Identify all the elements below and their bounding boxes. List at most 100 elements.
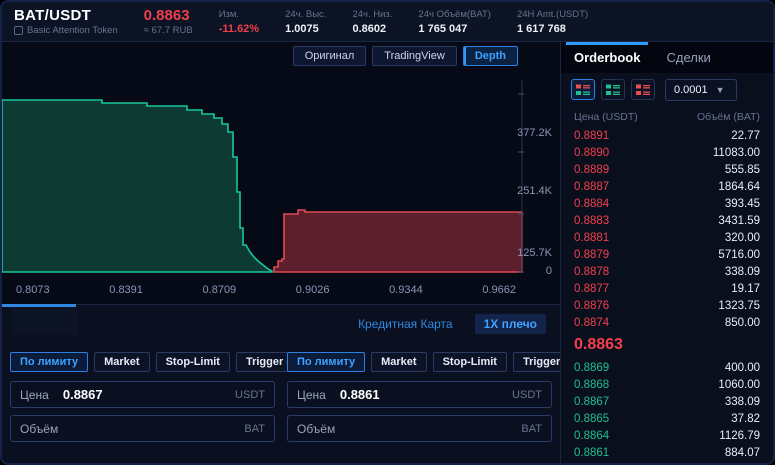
- tab-market-order[interactable]: Market: [94, 352, 149, 372]
- stat-label: 24H Amt.(USDT): [517, 9, 588, 20]
- depth-chart[interactable]: [2, 62, 524, 274]
- sell-amount-field[interactable]: Объём BAT: [287, 415, 552, 442]
- ask-row[interactable]: 0.889122.77: [561, 127, 773, 144]
- y-tick-label: 0: [546, 265, 552, 277]
- trade-subbar: Кредитная Карта 1X плечо: [2, 304, 560, 342]
- bids-area: [2, 100, 272, 272]
- asks-only-icon: [636, 84, 650, 96]
- tab-stop-limit-order[interactable]: Stop-Limit: [433, 352, 507, 372]
- asks-area: [274, 210, 522, 272]
- ask-row[interactable]: 0.8878338.09: [561, 263, 773, 280]
- tab-orderbook[interactable]: Orderbook: [574, 50, 640, 65]
- ask-price: 0.8884: [574, 198, 609, 210]
- ask-amount: 1323.75: [718, 300, 760, 312]
- view-bids-only-button[interactable]: [601, 79, 625, 100]
- buy-amount-field[interactable]: Объём BAT: [10, 415, 275, 442]
- ask-amount: 11083.00: [713, 147, 760, 159]
- bid-row[interactable]: 0.8868 1060.00: [561, 376, 773, 393]
- stat-volume-base: 24ч Объём(BAT) 1 765 047: [418, 9, 491, 35]
- market-header: BAT/USDT Basic Attention Token 0.8863 ≈ …: [2, 2, 773, 42]
- bid-row[interactable]: 0.8869400.00: [561, 359, 773, 376]
- price-unit: USDT: [512, 389, 542, 401]
- ask-row[interactable]: 0.88761323.75: [561, 297, 773, 314]
- stat-high: 24ч. Выс. 1.0075: [285, 9, 326, 35]
- price-label: Цена: [297, 388, 326, 402]
- bid-amount: 1126.79: [719, 430, 760, 442]
- bid-row[interactable]: 0.8867 338.09: [561, 393, 773, 410]
- credit-card-link[interactable]: Кредитная Карта: [358, 317, 453, 331]
- stat-value: 1.0075: [285, 23, 326, 35]
- ask-row[interactable]: 0.8881320.00: [561, 229, 773, 246]
- ask-amount: 320.00: [725, 232, 760, 244]
- ask-amount: 3431.59: [718, 215, 760, 227]
- price-label: Цена: [20, 388, 49, 402]
- tab-original-chart[interactable]: Оригинал: [293, 46, 367, 66]
- leverage-button[interactable]: 1X плечо: [475, 314, 546, 334]
- tab-tradingview-chart[interactable]: TradingView: [372, 46, 457, 66]
- bid-price: 0.8865: [574, 413, 609, 425]
- tab-stop-limit-order[interactable]: Stop-Limit: [156, 352, 230, 372]
- bid-amount: 338.09: [725, 396, 760, 408]
- sell-price-value: 0.8861: [340, 387, 380, 402]
- ask-row[interactable]: 0.8889555.85: [561, 161, 773, 178]
- last-price-block: 0.8863 ≈ 67.7 RUB: [144, 7, 193, 36]
- view-asks-only-button[interactable]: [631, 79, 655, 100]
- bid-amount: 884.07: [725, 447, 760, 459]
- amount-column-header: Объём (BAT): [697, 111, 760, 123]
- bid-row[interactable]: 0.8864 1126.79: [561, 427, 773, 444]
- bids-only-icon: [606, 84, 620, 96]
- tab-trades[interactable]: Сделки: [666, 50, 710, 65]
- ask-row[interactable]: 0.8874 850.00: [561, 314, 773, 331]
- ask-row[interactable]: 0.88833431.59: [561, 212, 773, 229]
- amount-label: Объём: [20, 422, 58, 436]
- stat-label: 24ч Объём(BAT): [418, 9, 491, 20]
- ask-row[interactable]: 0.88871864.64: [561, 178, 773, 195]
- order-forms: По лимиту Market Stop-Limit Trigger orde…: [2, 342, 560, 465]
- order-type-tabs: По лимиту Market Stop-Limit Trigger orde…: [287, 352, 552, 372]
- ask-price: 0.8890: [574, 147, 609, 159]
- ask-price: 0.8874: [574, 317, 609, 329]
- stat-change: Изм. -11.62%: [219, 9, 259, 35]
- tab-depth-chart[interactable]: Depth: [463, 46, 518, 66]
- ask-amount: 850.00: [725, 317, 760, 329]
- ask-row[interactable]: 0.88795716.00: [561, 246, 773, 263]
- orderbook-tabs: Orderbook Сделки: [561, 42, 773, 73]
- view-both-sides-button[interactable]: [571, 79, 595, 100]
- both-sides-icon: [576, 84, 590, 96]
- tab-limit-order[interactable]: По лимиту: [287, 352, 365, 372]
- orderbook-active-tab-accent: [566, 42, 648, 45]
- stat-label: 24ч. Выс.: [285, 9, 326, 20]
- ask-amount: 19.17: [731, 283, 760, 295]
- pair-block: BAT/USDT Basic Attention Token: [14, 7, 118, 36]
- precision-dropdown[interactable]: 0.0001 ▼: [665, 79, 737, 101]
- sell-price-field[interactable]: Цена 0.8861 USDT: [287, 381, 552, 408]
- y-tick-label: 125.7K: [517, 247, 552, 259]
- bid-price: 0.8864: [574, 430, 609, 442]
- buy-price-field[interactable]: Цена 0.8867 USDT: [10, 381, 275, 408]
- ask-row[interactable]: 0.8877 19.17: [561, 280, 773, 297]
- bid-row[interactable]: 0.8861884.07: [561, 444, 773, 461]
- token-icon: [14, 26, 23, 35]
- bid-price: 0.8868: [574, 379, 609, 391]
- orderbook-controls: 0.0001 ▼: [561, 73, 773, 106]
- x-tick-label: 0.8391: [109, 284, 143, 296]
- bid-row[interactable]: 0.886537.82: [561, 410, 773, 427]
- bid-price: 0.8867: [574, 396, 609, 408]
- tab-limit-order[interactable]: По лимиту: [10, 352, 88, 372]
- ask-row[interactable]: 0.8884 393.45: [561, 195, 773, 212]
- ask-amount: 555.85: [725, 164, 760, 176]
- ask-row[interactable]: 0.8890 11083.00: [561, 144, 773, 161]
- stat-value: 1 765 047: [418, 23, 491, 35]
- amount-label: Объём: [297, 422, 335, 436]
- ask-price: 0.8891: [574, 130, 609, 142]
- x-tick-label: 0.8073: [16, 284, 50, 296]
- section-tab-highlight: [12, 307, 78, 335]
- ask-amount: 5716.00: [718, 249, 760, 261]
- ask-amount: 393.45: [725, 198, 760, 210]
- tab-market-order[interactable]: Market: [371, 352, 426, 372]
- bid-price: 0.8869: [574, 362, 609, 374]
- price-unit: USDT: [235, 389, 265, 401]
- bid-amount: 1060.00: [718, 379, 760, 391]
- ask-price: 0.8877: [574, 283, 609, 295]
- order-type-tabs: По лимиту Market Stop-Limit Trigger orde…: [10, 352, 275, 372]
